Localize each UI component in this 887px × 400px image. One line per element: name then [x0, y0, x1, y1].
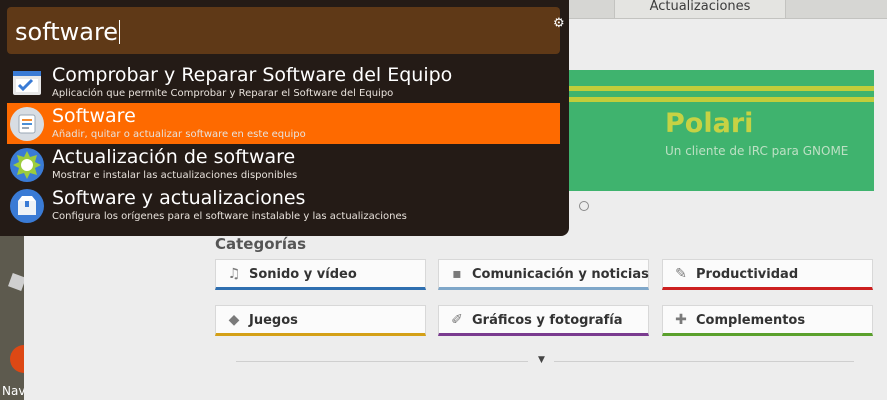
result-software-sources[interactable]: Software y actualizaciones Configura los…: [7, 185, 560, 226]
result-description: Aplicación que permite Comprobar y Repar…: [52, 88, 394, 99]
banner-stripe: [568, 86, 874, 91]
featured-banner[interactable]: Polari Un cliente de IRC para GNOME: [568, 70, 874, 191]
carousel-dot[interactable]: [579, 201, 589, 211]
category-label: Sonido y vídeo: [249, 267, 357, 282]
search-query: software: [15, 18, 119, 46]
music-note-icon: ♫: [227, 266, 241, 282]
desktop-launcher-label: Nav: [2, 384, 26, 398]
result-description: Configura los orígenes para el software …: [52, 211, 407, 222]
category-label: Juegos: [249, 313, 298, 328]
update-badge-icon: [9, 147, 45, 183]
window-check-icon: [9, 65, 45, 101]
result-software[interactable]: Software Añadir, quitar o actualizar sof…: [7, 103, 560, 144]
result-description: Añadir, quitar o actualizar software en …: [52, 129, 306, 140]
banner-stripe: [568, 97, 874, 102]
category-label: Complementos: [696, 313, 806, 328]
category-label: Productividad: [696, 267, 799, 282]
result-title: Software y actualizaciones: [52, 187, 306, 209]
chevron-down-icon[interactable]: ▼: [538, 355, 545, 365]
puzzle-icon: ✚: [675, 312, 687, 328]
result-description: Mostrar e instalar las actualizaciones d…: [52, 170, 298, 181]
brush-icon: ✐: [451, 312, 463, 328]
category-label: Gráficos y fotografía: [472, 313, 623, 328]
search-field[interactable]: software ⚙: [7, 7, 565, 54]
divider: [236, 361, 528, 362]
tab-updates[interactable]: Actualizaciones: [614, 0, 786, 18]
dash-panel: software ⚙ Comprobar y Reparar Software …: [0, 0, 569, 236]
category-sound-video[interactable]: ♫ Sonido y vídeo: [215, 259, 426, 290]
result-check-repair[interactable]: Comprobar y Reparar Software del Equipo …: [7, 62, 560, 103]
category-label: Comunicación y noticias: [472, 267, 649, 282]
software-center-icon: [9, 106, 45, 142]
text-caret: [119, 20, 121, 44]
divider: [554, 361, 854, 362]
category-graphics[interactable]: ✐ Gráficos y fotografía: [438, 305, 649, 336]
edit-document-icon: ✎: [675, 266, 687, 282]
gear-icon[interactable]: ⚙: [553, 16, 565, 31]
banner-title: Polari: [665, 108, 754, 139]
category-games[interactable]: ◆ Juegos: [215, 305, 426, 336]
chat-bubble-icon: ▪: [452, 266, 462, 282]
category-productivity[interactable]: ✎ Productividad: [662, 259, 873, 290]
categories-heading: Categorías: [215, 235, 307, 253]
result-title: Actualización de software: [52, 146, 296, 168]
package-box-icon: [9, 188, 45, 224]
result-title: Comprobar y Reparar Software del Equipo: [52, 64, 453, 86]
search-input[interactable]: software: [15, 18, 121, 46]
result-title: Software: [52, 105, 136, 127]
banner-subtitle: Un cliente de IRC para GNOME: [665, 144, 849, 158]
category-addons[interactable]: ✚ Complementos: [662, 305, 873, 336]
gamepad-icon: ◆: [228, 312, 240, 328]
result-software-update[interactable]: Actualización de software Mostrar e inst…: [7, 144, 560, 185]
category-communication[interactable]: ▪ Comunicación y noticias: [438, 259, 649, 290]
